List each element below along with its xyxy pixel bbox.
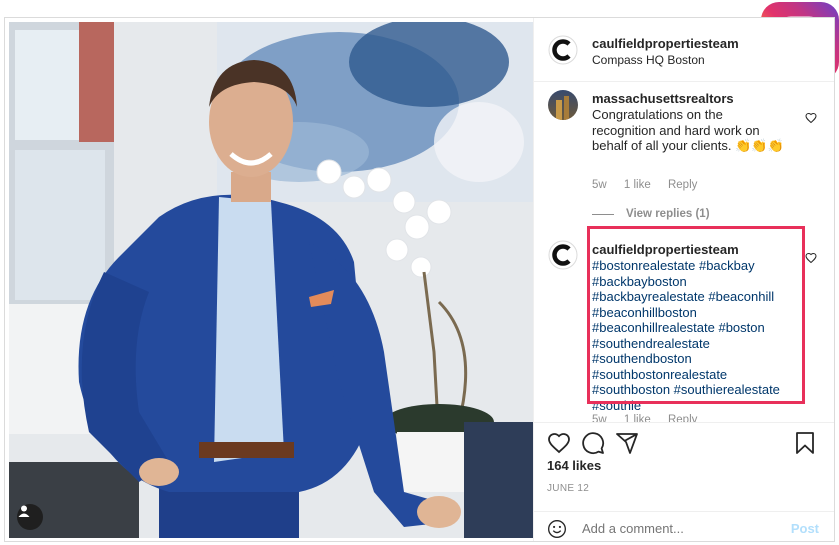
comment-meta: 5w 1 like Reply xyxy=(592,179,711,191)
comment-age: 5w xyxy=(592,179,607,191)
post-date[interactable]: JUNE 12 xyxy=(547,483,589,494)
comment-text: Congratulations on the recognition and h… xyxy=(592,107,784,154)
heart-icon[interactable] xyxy=(547,431,571,455)
post-comment-button[interactable]: Post xyxy=(791,521,819,536)
add-comment-input[interactable] xyxy=(582,521,772,536)
post-header: caulfieldpropertiesteam Compass HQ Bosto… xyxy=(534,18,834,82)
post-photo xyxy=(9,22,533,538)
divider xyxy=(592,214,614,215)
highlight-box xyxy=(587,226,805,404)
reply-button[interactable]: Reply xyxy=(668,179,697,191)
user-tag-icon[interactable] xyxy=(17,504,43,530)
comment-line: Congratulations on the xyxy=(592,107,723,122)
comment-line: behalf of all your clients. 👏👏👏 xyxy=(592,138,784,153)
heart-icon[interactable] xyxy=(805,252,817,264)
post-sidebar: caulfieldpropertiesteam Compass HQ Bosto… xyxy=(533,18,834,541)
avatar[interactable] xyxy=(548,240,578,270)
view-replies-button[interactable]: View replies (1) xyxy=(626,208,710,220)
comment-icon[interactable] xyxy=(581,431,605,455)
likes-count[interactable]: 164 likes xyxy=(547,458,601,473)
avatar[interactable] xyxy=(548,90,578,120)
comment-meta: 5w 1 like Reply xyxy=(592,414,711,422)
comment-likes-link[interactable]: 1 like xyxy=(624,179,651,191)
post-author-username[interactable]: caulfieldpropertiesteam xyxy=(592,36,739,51)
comment-line: recognition and hard work on xyxy=(592,122,760,138)
post-frame: caulfieldpropertiesteam Compass HQ Bosto… xyxy=(4,17,835,542)
post-actions: 164 likes JUNE 12 Post xyxy=(534,422,834,541)
reply-button[interactable]: Reply xyxy=(668,414,697,422)
comments-list: massachusettsrealtors Congratulations on… xyxy=(534,82,834,422)
comment-username[interactable]: massachusettsrealtors xyxy=(592,91,734,106)
heart-icon[interactable] xyxy=(805,112,817,124)
avatar[interactable] xyxy=(548,35,578,65)
comment-likes-link[interactable]: 1 like xyxy=(624,414,651,422)
share-icon[interactable] xyxy=(615,431,639,455)
comment-age: 5w xyxy=(592,414,607,422)
add-comment-bar: Post xyxy=(534,511,834,541)
emoji-icon[interactable] xyxy=(547,519,567,539)
bookmark-icon[interactable] xyxy=(793,431,817,455)
post-location[interactable]: Compass HQ Boston xyxy=(592,53,705,67)
